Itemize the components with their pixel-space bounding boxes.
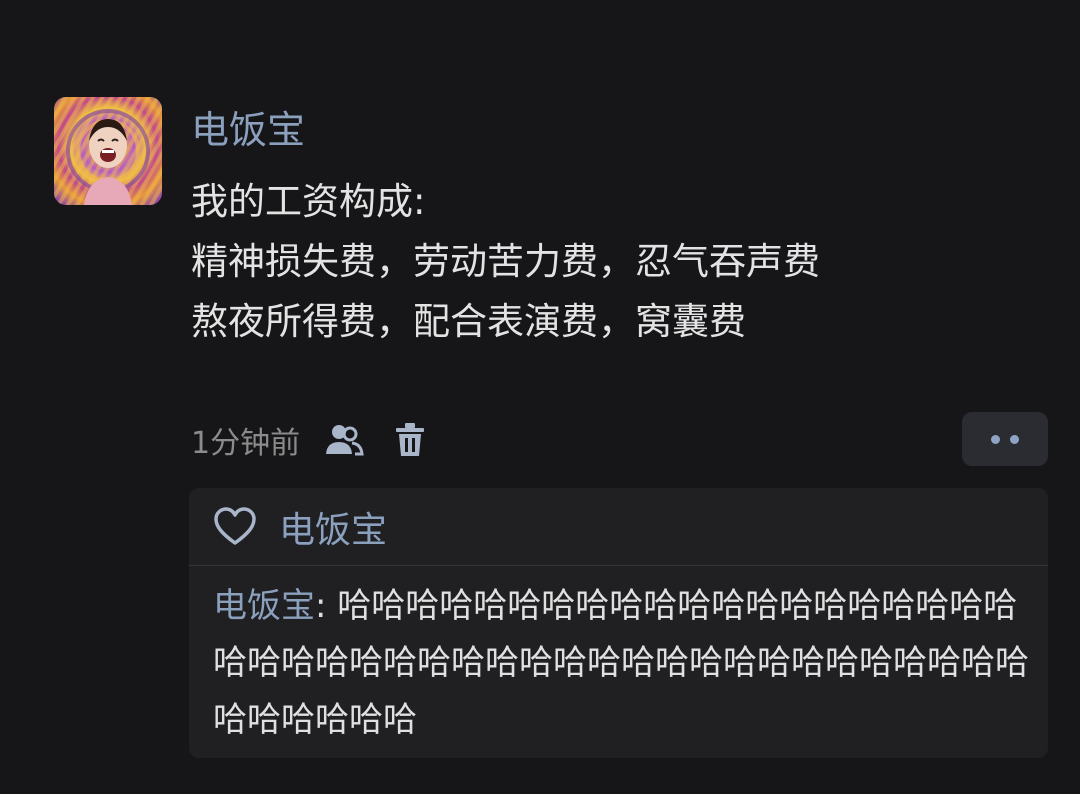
post-content-line: 精神损失费，劳动苦力费，忍气吞声费 bbox=[191, 240, 820, 283]
post-content-line: 我的工资构成: bbox=[191, 180, 426, 223]
comment-author[interactable]: 电饭宝 bbox=[213, 586, 315, 626]
post-timestamp: 1分钟前 bbox=[191, 426, 301, 461]
moment-post: 电饭宝 我的工资构成: 精神损失费，劳动苦力费，忍气吞声费 熬夜所得费，配合表演… bbox=[0, 0, 1080, 794]
avatar[interactable] bbox=[54, 97, 162, 205]
more-dots-icon bbox=[991, 434, 1000, 444]
post-content: 我的工资构成: 精神损失费，劳动苦力费，忍气吞声费 熬夜所得费，配合表演费，窝囊… bbox=[191, 172, 1051, 352]
more-dots-icon bbox=[1010, 434, 1019, 444]
trash-icon[interactable] bbox=[388, 418, 432, 462]
post-author-name[interactable]: 电饭宝 bbox=[191, 104, 305, 156]
post-meta-row: 1分钟前 bbox=[191, 414, 432, 466]
likes-row: 电饭宝 bbox=[189, 488, 1048, 566]
people-icon[interactable] bbox=[322, 418, 366, 462]
avatar-image bbox=[54, 97, 162, 205]
liker-name[interactable]: 电饭宝 bbox=[279, 501, 387, 553]
post-content-line: 熬夜所得费，配合表演费，窝囊费 bbox=[191, 300, 746, 343]
more-options-button[interactable] bbox=[962, 412, 1048, 466]
comment-separator: : bbox=[315, 586, 338, 626]
interaction-panel: 电饭宝 电饭宝: 哈哈哈哈哈哈哈哈哈哈哈哈哈哈哈哈哈哈哈哈哈哈哈哈哈哈哈哈哈哈哈… bbox=[189, 488, 1048, 758]
comment-item[interactable]: 电饭宝: 哈哈哈哈哈哈哈哈哈哈哈哈哈哈哈哈哈哈哈哈哈哈哈哈哈哈哈哈哈哈哈哈哈哈哈… bbox=[213, 578, 1039, 749]
heart-outline-icon[interactable] bbox=[213, 506, 257, 547]
